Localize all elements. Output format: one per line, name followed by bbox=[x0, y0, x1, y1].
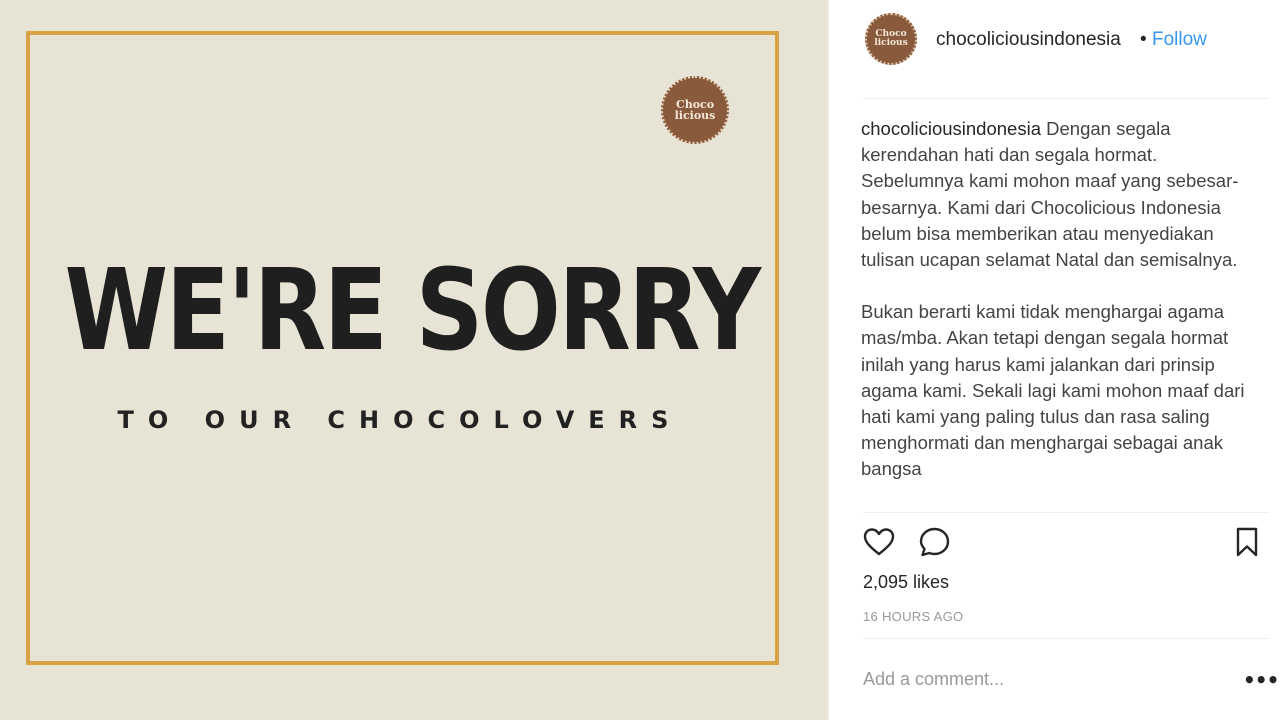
comment-divider bbox=[863, 638, 1269, 639]
heart-icon bbox=[861, 528, 897, 564]
post-timestamp[interactable]: 16 HOURS AGO bbox=[863, 609, 963, 624]
avatar[interactable]: Choco licious bbox=[865, 13, 917, 65]
image-headline: WE'RE SORRY bbox=[64, 246, 761, 376]
logo-line-2: licious bbox=[674, 109, 716, 122]
like-button[interactable] bbox=[861, 524, 897, 560]
action-bar bbox=[861, 524, 1258, 560]
post-sidebar: Choco licious chocoliciousindonesia • Fo… bbox=[828, 0, 1280, 720]
comment-bubble-icon bbox=[917, 527, 953, 564]
avatar-line-2: licious bbox=[874, 38, 908, 48]
caption-text-2: Bukan berarti kami tidak menghargai agam… bbox=[861, 301, 1245, 480]
comment-button[interactable] bbox=[917, 524, 953, 560]
chocolicious-logo-badge: Choco licious bbox=[661, 76, 729, 144]
follow-button[interactable]: Follow bbox=[1152, 29, 1207, 51]
caption-paragraph-2: Bukan berarti kami tidak menghargai agam… bbox=[861, 299, 1251, 482]
header-username-link[interactable]: chocoliciousindonesia bbox=[936, 29, 1121, 51]
caption-username-link[interactable]: chocoliciousindonesia bbox=[861, 118, 1041, 139]
save-button[interactable] bbox=[1229, 524, 1265, 560]
caption-text-1: Dengan segala kerendahan hati dan segala… bbox=[861, 118, 1239, 271]
post-image[interactable]: Choco licious WE'RE SORRY TO OUR CHOCOLO… bbox=[0, 0, 828, 720]
likes-count[interactable]: 2,095 likes bbox=[863, 572, 949, 593]
header-separator: • bbox=[1140, 29, 1147, 50]
post-header: Choco licious chocoliciousindonesia • Fo… bbox=[829, 0, 1280, 80]
post-caption[interactable]: chocoliciousindonesia Dengan segala kere… bbox=[861, 116, 1251, 508]
image-subline: TO OUR CHOCOLOVERS bbox=[117, 406, 683, 434]
caption-paragraph-1: chocoliciousindonesia Dengan segala kere… bbox=[861, 116, 1251, 273]
comment-input[interactable] bbox=[863, 666, 1223, 692]
caption-divider bbox=[863, 512, 1269, 513]
header-divider bbox=[863, 98, 1269, 99]
bookmark-icon bbox=[1229, 527, 1265, 564]
more-options-button[interactable]: ••• bbox=[1243, 668, 1279, 692]
